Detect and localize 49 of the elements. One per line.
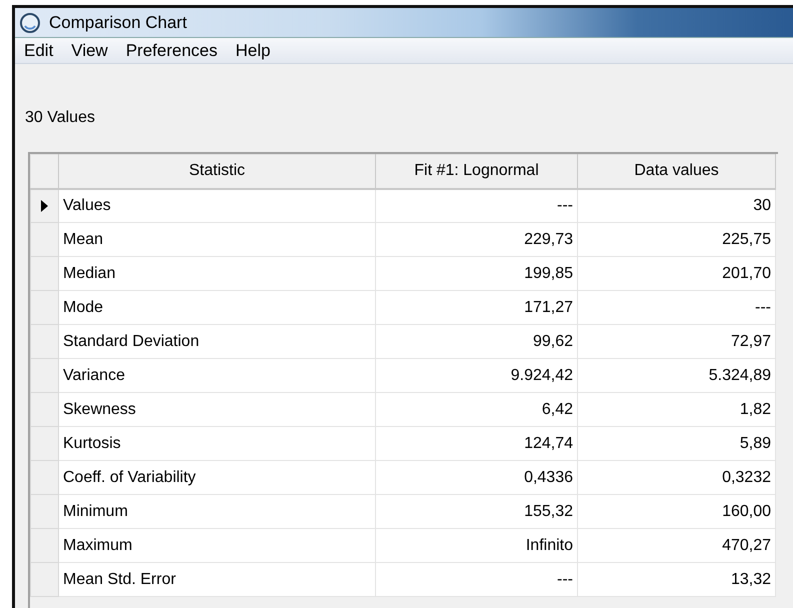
corner-header bbox=[30, 154, 58, 188]
table-cell: 160,00 bbox=[578, 494, 776, 528]
table-cell: 225,75 bbox=[578, 222, 776, 256]
table-cell: --- bbox=[578, 290, 776, 324]
table-cell: Maximum bbox=[58, 528, 376, 562]
menu-item[interactable]: Preferences bbox=[116, 38, 227, 62]
row-pointer-icon bbox=[41, 200, 48, 212]
table-cell: 13,32 bbox=[578, 562, 776, 596]
column-header[interactable]: Fit #1: Lognormal bbox=[376, 154, 578, 188]
table-cell: Median bbox=[58, 256, 376, 290]
table-cell: Mean Std. Error bbox=[58, 562, 376, 596]
table-cell: 1,82 bbox=[578, 392, 776, 426]
table-cell: 201,70 bbox=[578, 256, 776, 290]
table-cell: 171,27 bbox=[376, 290, 578, 324]
table-cell: Skewness bbox=[58, 392, 376, 426]
table-cell: --- bbox=[376, 562, 578, 596]
table-cell: 5.324,89 bbox=[578, 358, 776, 392]
table-cell: 30 bbox=[578, 188, 776, 222]
table-cell: Values bbox=[58, 188, 376, 222]
table-cell: --- bbox=[376, 188, 578, 222]
menu-item[interactable]: Edit bbox=[15, 38, 62, 62]
app-icon bbox=[19, 12, 41, 34]
menu-item[interactable]: View bbox=[62, 38, 117, 62]
table-cell: 229,73 bbox=[376, 222, 578, 256]
table-cell: 199,85 bbox=[376, 256, 578, 290]
table-cell: 0,4336 bbox=[376, 460, 578, 494]
table-cell: Mean bbox=[58, 222, 376, 256]
table-cell: Coeff. of Variability bbox=[58, 460, 376, 494]
column-header[interactable]: Statistic bbox=[58, 154, 376, 188]
table-cell: 9.924,42 bbox=[376, 358, 578, 392]
table-cell: 6,42 bbox=[376, 392, 578, 426]
table-cell: 0,3232 bbox=[578, 460, 776, 494]
values-count: 30 Values bbox=[25, 109, 95, 126]
table-cell: 99,62 bbox=[376, 324, 578, 358]
table-cell: Variance bbox=[58, 358, 376, 392]
table-cell: Mode bbox=[58, 290, 376, 324]
table-cell: 155,32 bbox=[376, 494, 578, 528]
window-title: Comparison Chart bbox=[49, 12, 187, 34]
table-cell: 72,97 bbox=[578, 324, 776, 358]
table-cell: Infinito bbox=[376, 528, 578, 562]
menu-item[interactable]: Help bbox=[226, 38, 280, 62]
table-cell: 5,89 bbox=[578, 426, 776, 460]
column-header[interactable]: Data values bbox=[578, 154, 776, 188]
table-cell: Kurtosis bbox=[58, 426, 376, 460]
table-cell: Minimum bbox=[58, 494, 376, 528]
table-cell: 124,74 bbox=[376, 426, 578, 460]
table-cell: Standard Deviation bbox=[58, 324, 376, 358]
table-cell: 470,27 bbox=[578, 528, 776, 562]
row-header[interactable] bbox=[30, 188, 58, 222]
